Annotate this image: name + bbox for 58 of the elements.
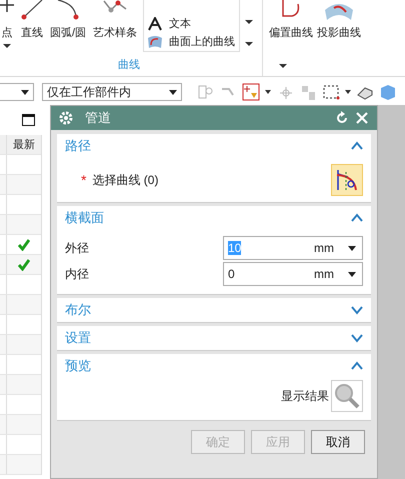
select-box-icon[interactable] [322,83,340,101]
caret-icon[interactable] [279,64,287,68]
ribbon-tool[interactable]: 文本 [147,16,236,31]
section-title[interactable]: 布尔 [65,301,91,319]
letter-icon [147,16,164,30]
plus-icon [0,0,14,12]
group-label: 曲线 [118,58,140,72]
filter-icon[interactable] [242,83,260,101]
chevron-up-icon[interactable] [351,213,363,223]
caret-icon[interactable] [245,20,254,24]
field-label: 外径 [65,240,89,256]
ribbon-tool[interactable]: 投影曲线 [315,0,364,52]
input-field[interactable]: 10 mm [223,236,363,260]
ribbon-tool[interactable]: 点 [0,0,16,52]
section-title[interactable]: 路径 [65,137,91,155]
caret-icon[interactable] [265,90,271,94]
line-icon [21,0,43,20]
ribbon-tool[interactable]: 直线 [19,0,45,52]
caret-icon[interactable] [348,272,356,276]
input-field[interactable]: 0 mm [223,262,363,286]
filter-dropdown[interactable] [0,83,34,101]
caret-icon[interactable] [348,246,356,250]
dialog-title: 管道 [85,109,112,127]
scope-dropdown[interactable]: 仅在工作部件内 [42,83,182,101]
ribbon-tool[interactable]: 圆弧/圆 [48,0,88,52]
show-result-label: 显示结果 [281,388,329,404]
unit-dropdown[interactable]: mm [314,241,334,255]
field-label: 选择曲线 (0) [92,172,160,188]
ribbon-tool[interactable]: 偏置曲线 [267,0,316,52]
curve-icon [334,168,360,192]
caret-icon[interactable] [245,42,254,46]
section-title[interactable]: 横截面 [65,209,104,227]
close-icon[interactable] [355,111,369,125]
cube-icon[interactable] [379,83,397,101]
window-icon[interactable] [22,114,35,126]
required-mark: * [81,172,86,188]
chevron-down-icon[interactable] [351,305,363,315]
ribbon-tool[interactable]: 艺术样条 [91,0,140,52]
caret-icon[interactable] [345,90,351,94]
spline-icon [103,0,128,14]
offset-curve-icon [282,0,300,17]
arc-icon [57,0,80,20]
search-icon [334,383,360,409]
select-curve-button[interactable] [331,164,363,196]
surface-curve-icon [147,34,164,48]
settings-icon[interactable] [59,111,73,125]
ribbon-tool[interactable]: 曲面上的曲线 [147,34,236,49]
show-result-button[interactable] [331,380,363,412]
reset-icon[interactable] [335,111,349,125]
caret-icon [3,44,11,48]
chevron-up-icon[interactable] [351,361,363,371]
section-title[interactable]: 预览 [65,357,91,375]
field-label: 内径 [65,266,89,282]
chevron-down-icon[interactable] [351,333,363,343]
unit-dropdown[interactable]: mm [314,267,334,281]
chevron-up-icon[interactable] [351,141,363,151]
section-title[interactable]: 设置 [65,329,91,347]
dialog-button[interactable]: 取消 [311,430,365,454]
